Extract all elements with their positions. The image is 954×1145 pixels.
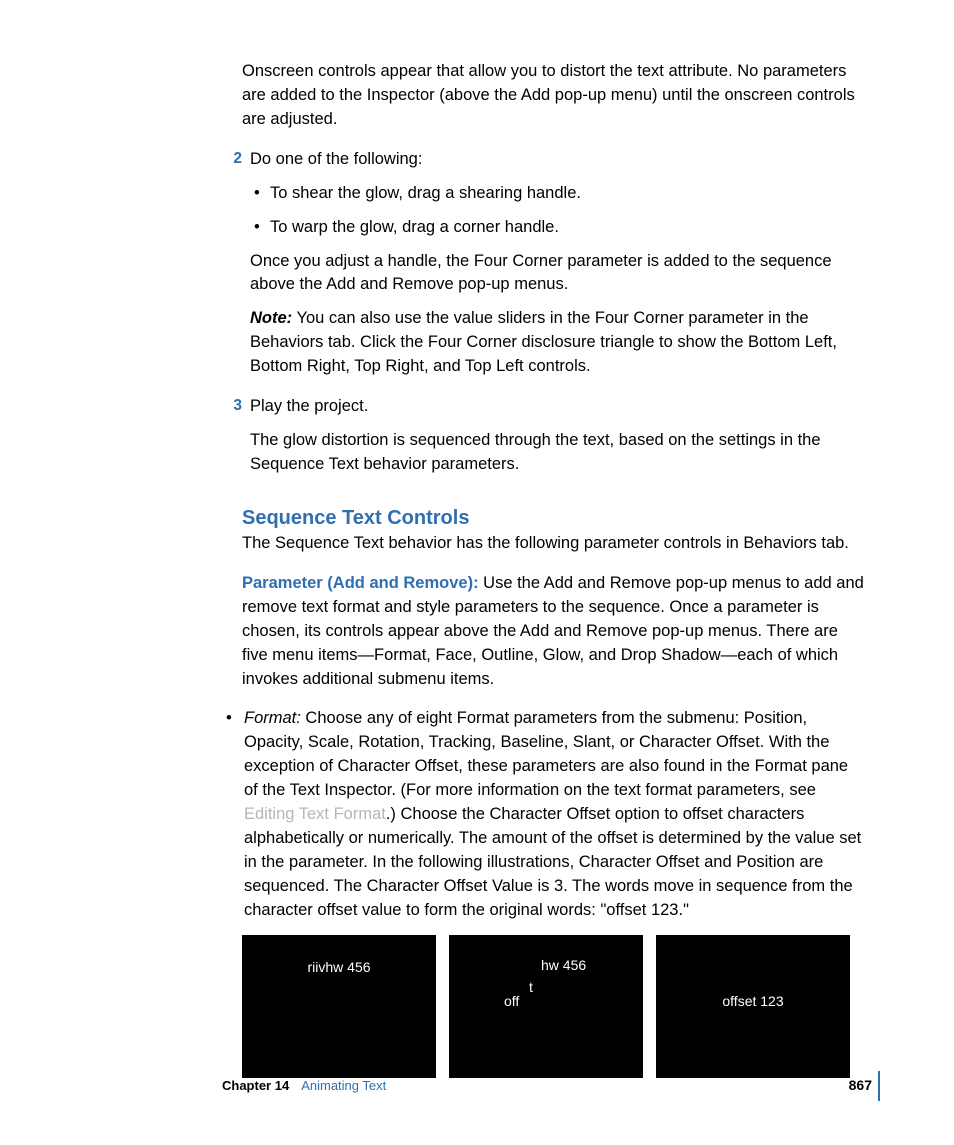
step-detail: Once you adjust a handle, the Four Corne… [250, 250, 864, 298]
illustration-text: riivhw 456 [242, 959, 436, 975]
step-3: 3 Play the project. The glow distortion … [222, 395, 864, 487]
chapter-title: Animating Text [301, 1078, 386, 1093]
footer-accent-bar [878, 1071, 880, 1101]
step-detail: The glow distortion is sequenced through… [250, 429, 864, 477]
chapter-label: Chapter 14 [222, 1078, 289, 1093]
illustration-text: t [529, 979, 533, 995]
note: Note: You can also use the value sliders… [250, 307, 864, 379]
illustration-text: hw 456 [541, 957, 586, 973]
step-number: 3 [222, 395, 250, 487]
param-block: Parameter (Add and Remove): Use the Add … [242, 572, 864, 692]
format-item: Format: Choose any of eight Format param… [226, 707, 864, 922]
illustration-2: hw 456 t off [449, 935, 643, 1078]
illustration-row: riivhw 456 hw 456 t off offset 123 [242, 935, 864, 1078]
footer-left: Chapter 14 Animating Text [222, 1078, 386, 1093]
format-bullet: Format: Choose any of eight Format param… [222, 707, 864, 922]
page-number: 867 [849, 1077, 872, 1093]
bullet-item: To warp the glow, drag a corner handle. [250, 216, 864, 240]
section-intro: The Sequence Text behavior has the follo… [242, 532, 864, 556]
page: Onscreen controls appear that allow you … [0, 0, 954, 1145]
step-lead: Do one of the following: [250, 148, 864, 172]
bullet-item: To shear the glow, drag a shearing handl… [250, 182, 864, 206]
sub-bullets: To shear the glow, drag a shearing handl… [250, 182, 864, 240]
step-content: Play the project. The glow distortion is… [250, 395, 864, 487]
intro-paragraph: Onscreen controls appear that allow you … [242, 60, 864, 132]
step-2: 2 Do one of the following: To shear the … [222, 148, 864, 389]
illustration-1: riivhw 456 [242, 935, 436, 1078]
section-heading: Sequence Text Controls [242, 507, 864, 530]
step-lead: Play the project. [250, 395, 864, 419]
format-body-a: Choose any of eight Format parameters fr… [244, 709, 848, 799]
note-label: Note: [250, 309, 292, 327]
page-footer: Chapter 14 Animating Text 867 [222, 1077, 872, 1093]
format-label: Format: [244, 709, 301, 727]
illustration-3: offset 123 [656, 935, 850, 1078]
link-editing-text-format[interactable]: Editing Text Format [244, 805, 386, 823]
step-content: Do one of the following: To shear the gl… [250, 148, 864, 389]
step-number: 2 [222, 148, 250, 389]
note-body: You can also use the value sliders in th… [250, 309, 837, 375]
illustration-text: offset 123 [656, 993, 850, 1009]
param-label: Parameter (Add and Remove): [242, 574, 479, 592]
illustration-text: off [504, 993, 519, 1009]
